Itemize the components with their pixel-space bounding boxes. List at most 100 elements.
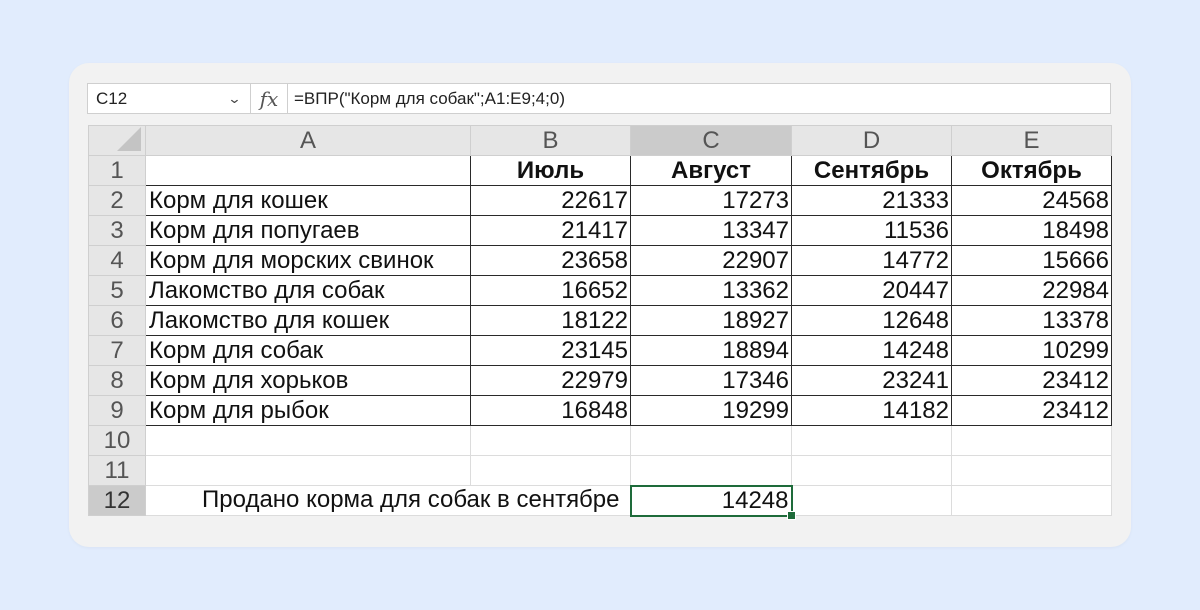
- value-cell[interactable]: 22617: [470, 185, 631, 216]
- row-header[interactable]: 6: [88, 305, 146, 336]
- chevron-down-icon[interactable]: ⌄: [227, 91, 241, 107]
- fill-handle[interactable]: [786, 510, 796, 520]
- empty-cell[interactable]: [470, 425, 631, 456]
- table-row: 11: [88, 455, 1112, 486]
- row-header[interactable]: 2: [88, 185, 146, 216]
- value-cell[interactable]: 13378: [951, 305, 1112, 336]
- value-cell[interactable]: 22907: [630, 245, 792, 276]
- spreadsheet-grid: A B C D E 1 Июль Август Сентябрь Октябрь…: [88, 125, 1112, 520]
- table-row: 7 Корм для собак 23145 18894 14248 10299: [88, 335, 1112, 366]
- header-cell[interactable]: Октябрь: [951, 155, 1112, 186]
- table-row: 9 Корм для рыбок 16848 19299 14182 23412: [88, 395, 1112, 426]
- product-cell[interactable]: Корм для кошек: [145, 185, 471, 216]
- value-cell[interactable]: 18927: [630, 305, 792, 336]
- column-header-row: A B C D E: [88, 125, 1112, 156]
- table-row: 6 Лакомство для кошек 18122 18927 12648 …: [88, 305, 1112, 336]
- value-cell[interactable]: 21333: [791, 185, 952, 216]
- value-cell[interactable]: 20447: [791, 275, 952, 306]
- value-cell[interactable]: 13362: [630, 275, 792, 306]
- product-cell[interactable]: Корм для рыбок: [145, 395, 471, 426]
- value-cell[interactable]: 14772: [791, 245, 952, 276]
- product-cell[interactable]: Корм для морских свинок: [145, 245, 471, 276]
- fx-icon[interactable]: fx: [250, 83, 288, 114]
- header-cell[interactable]: Август: [630, 155, 792, 186]
- value-cell[interactable]: 18498: [951, 215, 1112, 246]
- column-header-a[interactable]: A: [145, 125, 471, 156]
- value-cell[interactable]: 12648: [791, 305, 952, 336]
- result-value: 14248: [721, 486, 789, 514]
- row-header[interactable]: 8: [88, 365, 146, 396]
- product-cell[interactable]: Корм для собак: [145, 335, 471, 366]
- empty-cell[interactable]: [630, 455, 792, 486]
- row-header[interactable]: 12: [88, 485, 146, 516]
- result-label: Продано корма для собак в сентябре: [202, 486, 620, 513]
- product-cell[interactable]: Корм для попугаев: [145, 215, 471, 246]
- table-row: 3 Корм для попугаев 21417 13347 11536 18…: [88, 215, 1112, 246]
- empty-cell[interactable]: [791, 455, 952, 486]
- value-cell[interactable]: 10299: [951, 335, 1112, 366]
- table-row: 12 Продано корма для собак в сентябре 14…: [88, 484, 1112, 520]
- value-cell[interactable]: 24568: [951, 185, 1112, 216]
- value-cell[interactable]: 14248: [791, 335, 952, 366]
- table-row: 1 Июль Август Сентябрь Октябрь: [88, 155, 1112, 186]
- value-cell[interactable]: 15666: [951, 245, 1112, 276]
- value-cell[interactable]: 23145: [470, 335, 631, 366]
- value-cell[interactable]: 22984: [951, 275, 1112, 306]
- empty-cell[interactable]: [951, 455, 1112, 486]
- value-cell[interactable]: 23658: [470, 245, 631, 276]
- row-header[interactable]: 11: [88, 455, 146, 486]
- empty-cell[interactable]: [951, 485, 1112, 516]
- column-header-b[interactable]: B: [470, 125, 631, 156]
- header-cell[interactable]: Июль: [470, 155, 631, 186]
- row-header[interactable]: 10: [88, 425, 146, 456]
- empty-cell[interactable]: [470, 455, 631, 486]
- product-cell[interactable]: Корм для хорьков: [145, 365, 471, 396]
- value-cell[interactable]: 23241: [791, 365, 952, 396]
- select-all-corner[interactable]: [88, 125, 146, 156]
- value-cell[interactable]: 18894: [630, 335, 792, 366]
- table-row: 4 Корм для морских свинок 23658 22907 14…: [88, 245, 1112, 276]
- empty-cell[interactable]: [145, 425, 471, 456]
- product-cell[interactable]: Лакомство для собак: [145, 275, 471, 306]
- active-cell-c12[interactable]: 14248: [629, 484, 796, 520]
- value-cell[interactable]: 23412: [951, 395, 1112, 426]
- value-cell[interactable]: 21417: [470, 215, 631, 246]
- header-cell[interactable]: Сентябрь: [791, 155, 952, 186]
- column-header-e[interactable]: E: [951, 125, 1112, 156]
- table-row: 2 Корм для кошек 22617 17273 21333 24568: [88, 185, 1112, 216]
- table-row: 5 Лакомство для собак 16652 13362 20447 …: [88, 275, 1112, 306]
- name-box-value: C12: [96, 88, 128, 108]
- row-header[interactable]: 5: [88, 275, 146, 306]
- value-cell[interactable]: 13347: [630, 215, 792, 246]
- column-header-c[interactable]: C: [630, 125, 792, 156]
- formula-input[interactable]: =ВПР("Корм для собак";A1:E9;4;0): [288, 83, 1111, 114]
- row-header[interactable]: 4: [88, 245, 146, 276]
- empty-cell[interactable]: [145, 455, 471, 486]
- column-header-d[interactable]: D: [791, 125, 952, 156]
- row-header[interactable]: 9: [88, 395, 146, 426]
- cell[interactable]: [145, 155, 471, 186]
- product-cell[interactable]: Лакомство для кошек: [145, 305, 471, 336]
- formula-text: =ВПР("Корм для собак";A1:E9;4;0): [294, 88, 565, 108]
- result-label-cell[interactable]: Продано корма для собак в сентябре: [145, 485, 631, 516]
- value-cell[interactable]: 16848: [470, 395, 631, 426]
- table-row: 8 Корм для хорьков 22979 17346 23241 234…: [88, 365, 1112, 396]
- value-cell[interactable]: 22979: [470, 365, 631, 396]
- value-cell[interactable]: 18122: [470, 305, 631, 336]
- empty-cell[interactable]: [951, 425, 1112, 456]
- row-header[interactable]: 3: [88, 215, 146, 246]
- value-cell[interactable]: 11536: [791, 215, 952, 246]
- name-box[interactable]: C12 ⌄: [87, 83, 250, 114]
- empty-cell[interactable]: [630, 425, 792, 456]
- value-cell[interactable]: 23412: [951, 365, 1112, 396]
- formula-bar: C12 ⌄ fx =ВПР("Корм для собак";A1:E9;4;0…: [87, 83, 1111, 114]
- empty-cell[interactable]: [791, 485, 952, 516]
- value-cell[interactable]: 17273: [630, 185, 792, 216]
- empty-cell[interactable]: [791, 425, 952, 456]
- value-cell[interactable]: 14182: [791, 395, 952, 426]
- value-cell[interactable]: 17346: [630, 365, 792, 396]
- value-cell[interactable]: 19299: [630, 395, 792, 426]
- value-cell[interactable]: 16652: [470, 275, 631, 306]
- row-header[interactable]: 7: [88, 335, 146, 366]
- row-header[interactable]: 1: [88, 155, 146, 186]
